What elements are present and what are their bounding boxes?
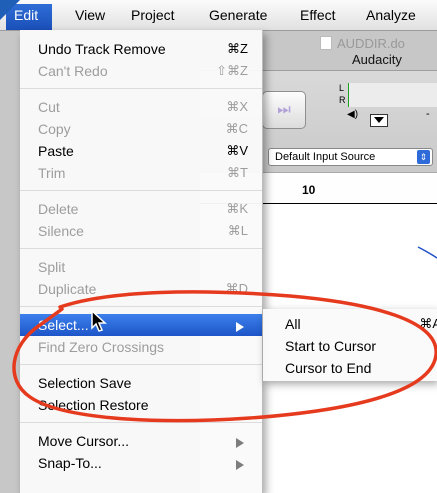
submenu-item-start-to-cursor[interactable]: Start to Cursor: [263, 335, 437, 357]
menu-item-copy: Copy ⌘C: [38, 121, 248, 137]
submenu-arrow-icon: [236, 438, 244, 448]
menu-item-select[interactable]: Select...: [20, 314, 262, 336]
input-source-value: Default Input Source: [275, 151, 376, 163]
menu-item-find-zero-crossings: Find Zero Crossings: [38, 339, 165, 355]
menu-item-snap-to[interactable]: Snap-To...: [20, 452, 262, 474]
menu-item-duplicate: Duplicate ⌘D: [38, 281, 248, 297]
meter-left-label: L: [339, 83, 345, 93]
menu-item-silence: Silence ⌘L: [38, 223, 248, 239]
level-meter: [348, 83, 437, 107]
menu-bar: Edit View Project Generate Effect Analyz…: [0, 0, 437, 31]
dropdown-arrow-icon: ⇕: [417, 150, 430, 164]
window-title: Audacity: [352, 52, 402, 67]
document-title: AUDDIR.do: [320, 36, 405, 51]
menu-separator: [20, 306, 262, 307]
menu-view[interactable]: View: [75, 7, 105, 23]
menu-item-selection-restore[interactable]: Selection Restore: [20, 394, 262, 416]
menu-item-selection-save[interactable]: Selection Save: [20, 372, 262, 394]
meter-tick-label: -: [426, 108, 430, 120]
menu-separator: [20, 248, 262, 249]
submenu-arrow-icon: [236, 322, 244, 332]
submenu-item-cursor-to-end[interactable]: Cursor to End: [263, 357, 437, 379]
skip-to-end-icon: ⏭: [277, 101, 291, 118]
menu-effect[interactable]: Effect: [300, 7, 336, 23]
edit-menu: Undo Track Remove ⌘Z Can't Redo ⇧⌘Z Cut ⌘X …: [20, 30, 263, 493]
submenu-item-all[interactable]: All ⌘A: [263, 313, 437, 335]
menu-separator: [20, 422, 262, 423]
menu-item-delete: Delete ⌘K: [38, 201, 248, 217]
select-submenu: All ⌘A Start to Cursor Cursor to End: [263, 309, 437, 381]
menu-separator: [20, 190, 262, 191]
menu-generate[interactable]: Generate: [209, 7, 267, 23]
meter-right-label: R: [339, 95, 346, 105]
ruler-tick-label: 10: [302, 183, 316, 197]
input-source-select[interactable]: Default Input Source ⇕: [268, 148, 433, 166]
menu-item-undo[interactable]: Undo Track Remove ⌘Z: [20, 38, 262, 60]
menu-item-paste[interactable]: Paste ⌘V: [20, 140, 262, 162]
menu-edit[interactable]: Edit: [6, 4, 52, 30]
menu-item-cut: Cut ⌘X: [38, 99, 248, 115]
menu-separator: [20, 364, 262, 365]
screen: { "menubar": { "items": [ {"label": "Edi…: [0, 0, 437, 493]
skip-to-end-button[interactable]: ⏭: [262, 91, 306, 129]
volume-dropdown[interactable]: [370, 114, 388, 127]
menu-item-trim: Trim ⌘T: [38, 165, 248, 181]
menu-analyze[interactable]: Analyze: [366, 7, 416, 23]
menu-project[interactable]: Project: [131, 7, 175, 23]
speaker-icon: ◀): [347, 109, 359, 120]
menu-item-redo: Can't Redo ⇧⌘Z: [38, 63, 248, 79]
menu-item-move-cursor[interactable]: Move Cursor...: [20, 430, 262, 452]
submenu-arrow-icon: [236, 460, 244, 470]
menu-item-split: Split: [38, 259, 66, 275]
menu-separator: [20, 88, 262, 89]
